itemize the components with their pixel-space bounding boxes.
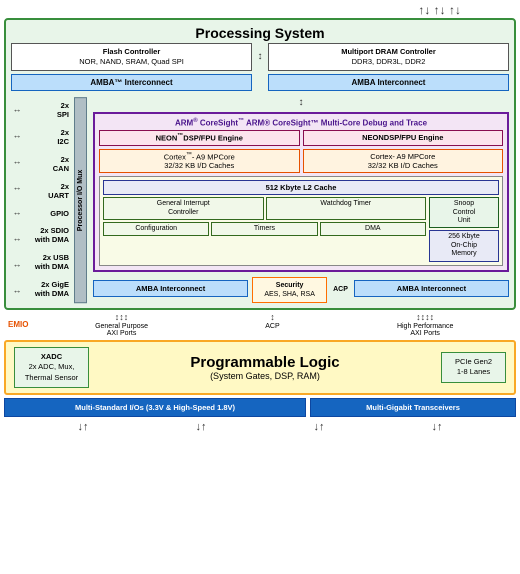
pl-title-section: Programmable Logic (System Gates, DSP, R… — [95, 354, 435, 381]
security-line2: AES, SHA, RSA — [257, 290, 322, 299]
top-arrows: ↑↓ ↑↓ ↑↓ — [418, 4, 461, 16]
arrow6: ↔ — [13, 233, 22, 243]
io-i2c: 2xI2C — [25, 126, 70, 148]
cortex-right: Cortex- A9 MPCore32/32 KB I/D Caches — [303, 149, 504, 174]
right-main: ↕ ARM® CoreSight™ ARM® CoreSight™ Multi-… — [93, 97, 509, 303]
left-io-section: ↔ ↔ ↔ ↔ ↔ ↔ ↔ ↔ 2xSPI 2xI2C 2xCAN — [11, 97, 89, 303]
arrow2: ↔ — [13, 130, 22, 140]
multi-standard-io-block: Multi-Standard I/Os (3.3V & High-Speed 1… — [4, 398, 306, 417]
pl-title: Programmable Logic — [95, 354, 435, 371]
acp-label: ACP — [331, 284, 350, 295]
neon-right: NEONDSP/FPU Engine — [303, 130, 504, 146]
general-purpose-label: General PurposeAXI Ports — [95, 323, 148, 337]
general-purpose-ports: ↕↕↕ General PurposeAXI Ports — [95, 312, 148, 337]
main-area: ↔ ↔ ↔ ↔ ↔ ↔ ↔ ↔ 2xSPI 2xI2C 2xCAN — [11, 97, 509, 303]
security-line1: Security — [257, 281, 322, 290]
io-usb: 2x USBwith DMA — [25, 251, 70, 273]
left-labels-col: 2xSPI 2xI2C 2xCAN 2xUART GPIO 2x SDIOwit… — [25, 97, 70, 303]
security-block: Security AES, SHA, RSA — [252, 277, 327, 303]
pl-subtitle: (System Gates, DSP, RAM) — [95, 371, 435, 381]
flash-controller-line2: NOR, NAND, SRAM, Quad SPI — [17, 57, 246, 67]
xadc-block: XADC 2x ADC, Mux,Thermal Sensor — [14, 347, 89, 389]
bottom-arrow-3: ↓↑ — [314, 421, 325, 433]
io-mux-wrapper: Processor I/O Mux — [74, 97, 87, 303]
gic-watchdog-row: General InterruptController Watchdog Tim… — [103, 197, 426, 220]
amba-security-row: AMBA Interconnect Security AES, SHA, RSA… — [93, 277, 509, 303]
left-arrows-col: ↔ ↔ ↔ ↔ ↔ ↔ ↔ ↔ — [11, 97, 23, 303]
full-layout: ↑↓ ↑↓ ↑↓ Processing System Flash Control… — [0, 0, 520, 574]
very-bottom-arrows: ↓↑ ↓↑ ↓↑ ↓↑ — [4, 418, 516, 436]
cortex-left: Cortex™- A9 MPCore32/32 KB I/D Caches — [99, 149, 300, 174]
coresight-box: ARM® CoreSight™ ARM® CoreSight™ Multi-Co… — [93, 112, 509, 272]
pcie-line1: PCIe Gen2 — [447, 357, 500, 368]
onchip-memory-block: 256 KbyteOn-ChipMemory — [429, 230, 499, 261]
amba-bottom-left: AMBA Interconnect — [93, 280, 248, 297]
processing-system-box: Processing System Flash Controller NOR, … — [4, 18, 516, 310]
arrow4: ↔ — [13, 182, 22, 192]
cluster-left: General InterruptController Watchdog Tim… — [103, 197, 426, 261]
inner-cluster-box: 512 Kbyte L2 Cache General InterruptCont… — [99, 176, 503, 265]
amba-interconnect-left: AMBA™ Interconnect — [11, 74, 252, 91]
flash-controller-line1: Flash Controller — [17, 47, 246, 57]
bottom-arrow-1: ↓↑ — [78, 421, 89, 433]
acp-port-label: ACP — [265, 323, 279, 330]
inner-cluster: General InterruptController Watchdog Tim… — [103, 197, 499, 261]
io-uart: 2xUART — [25, 180, 70, 202]
emio-label: EMIO — [8, 320, 28, 329]
high-performance-ports: ↕↕↕↕ High PerformanceAXI Ports — [397, 312, 453, 337]
amba-bottom-right: AMBA Interconnect — [354, 280, 509, 297]
arrow1: ↔ — [13, 104, 22, 114]
io-gpio: GPIO — [25, 207, 70, 220]
general-interrupt-block: General InterruptController — [103, 197, 264, 220]
programmable-logic-box: XADC 2x ADC, Mux,Thermal Sensor Programm… — [4, 340, 516, 396]
timers-block: Timers — [211, 222, 317, 236]
pcie-block: PCIe Gen2 1-8 Lanes — [441, 352, 506, 383]
amba-gap — [256, 74, 264, 94]
io-gige: 2x GigEwith DMA — [25, 278, 70, 300]
neon-row: NEON™DSP/FPU Engine NEONDSP/FPU Engine — [99, 130, 503, 146]
dma-block: DMA — [320, 222, 426, 236]
processing-system-title: Processing System — [11, 25, 509, 41]
pcie-line2: 1-8 Lanes — [447, 367, 500, 378]
arrow7: ↔ — [13, 259, 22, 269]
bottom-arrow-2: ↓↑ — [196, 421, 207, 433]
flash-dram-row: Flash Controller NOR, NAND, SRAM, Quad S… — [11, 43, 509, 71]
l2-cache: 512 Kbyte L2 Cache — [103, 180, 499, 195]
bottom-arrow-4: ↓↑ — [432, 421, 443, 433]
high-performance-label: High PerformanceAXI Ports — [397, 323, 453, 337]
amba-coresight-arrow: ↕ — [93, 97, 509, 108]
arrow3: ↔ — [13, 156, 22, 166]
cluster-right: SnoopControlUnit 256 KbyteOn-ChipMemory — [429, 197, 499, 261]
neon-left: NEON™DSP/FPU Engine — [99, 130, 300, 146]
pl-inner: XADC 2x ADC, Mux,Thermal Sensor Programm… — [14, 347, 506, 389]
amba-top-row: AMBA™ Interconnect AMBA Interconnect — [11, 74, 509, 94]
coresight-title: ARM® CoreSight™ ARM® CoreSight™ Multi-Co… — [99, 118, 503, 128]
watchdog-block: Watchdog Timer — [266, 197, 427, 220]
snoop-control-block: SnoopControlUnit — [429, 197, 499, 228]
emio-row: EMIO ↕↕↕ General PurposeAXI Ports ↕ ACP … — [4, 310, 516, 339]
flash-controller-block: Flash Controller NOR, NAND, SRAM, Quad S… — [11, 43, 252, 71]
port-labels-row: ↕↕↕ General PurposeAXI Ports ↕ ACP ↕↕↕↕ … — [36, 312, 512, 337]
xadc-line2: 2x ADC, Mux,Thermal Sensor — [20, 362, 83, 383]
acp-ports: ↕ ACP — [265, 312, 279, 337]
io-bottom-row: Multi-Standard I/Os (3.3V & High-Speed 1… — [4, 398, 516, 417]
amba-interconnect-right: AMBA Interconnect — [268, 74, 509, 91]
config-timers-dma-row: Configuration Timers DMA — [103, 222, 426, 236]
dram-controller-line1: Multiport DRAM Controller — [274, 47, 503, 57]
configuration-block: Configuration — [103, 222, 209, 236]
dram-controller-block: Multiport DRAM Controller DDR3, DDR3L, D… — [268, 43, 509, 71]
cortex-row: Cortex™- A9 MPCore32/32 KB I/D Caches Co… — [99, 149, 503, 174]
xadc-line1: XADC — [20, 352, 83, 363]
multi-gigabit-block: Multi-Gigabit Transceivers — [310, 398, 516, 417]
dram-controller-line2: DDR3, DDR3L, DDR2 — [274, 57, 503, 67]
io-spi: 2xSPI — [25, 99, 70, 121]
io-sdio: 2x SDIOwith DMA — [25, 224, 70, 246]
io-mux-bar: Processor I/O Mux — [74, 97, 87, 303]
arrow8: ↔ — [13, 285, 22, 295]
io-can: 2xCAN — [25, 153, 70, 175]
flash-dram-arrow: ↕ — [256, 43, 264, 71]
arrow5: ↔ — [13, 207, 22, 217]
